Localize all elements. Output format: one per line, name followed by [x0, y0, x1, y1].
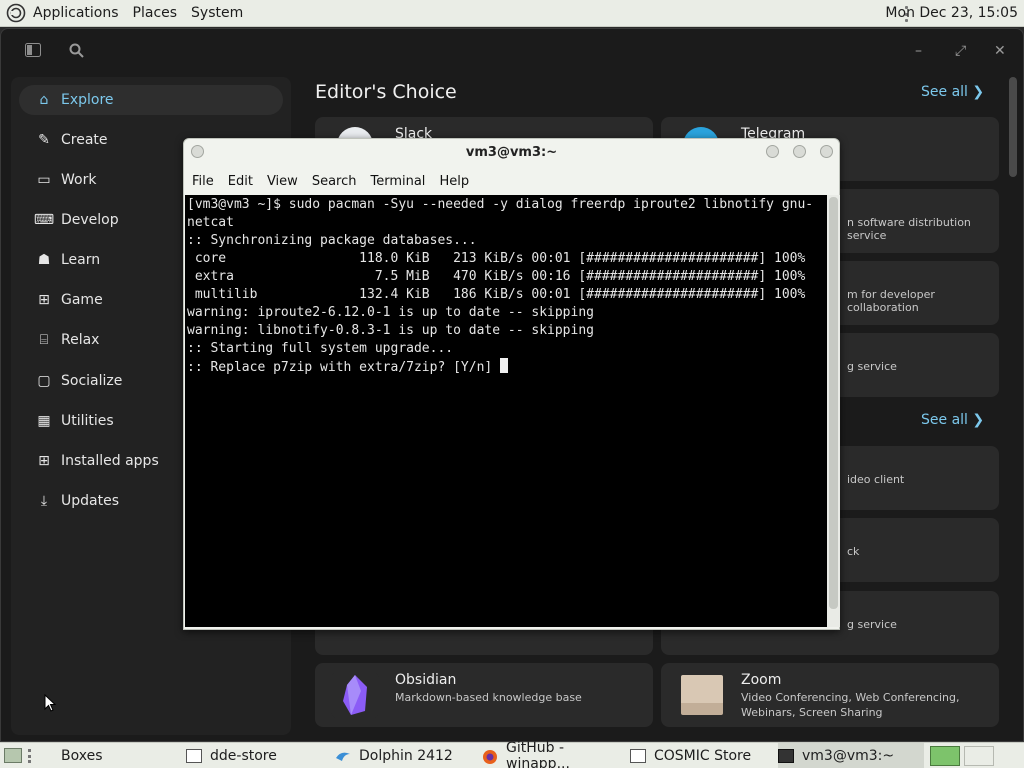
terminal-line: [vm3@vm3 ~]$ sudo pacman -Syu --needed -… [187, 197, 814, 212]
show-desktop-icon[interactable] [4, 748, 22, 763]
taskbar: Boxes dde-store Dolphin 2412 GitHub - wi… [0, 740, 1024, 768]
terminal-line: warning: libnotify-0.8.3-1 is up to date… [187, 323, 594, 338]
app-title: Obsidian [395, 672, 457, 688]
app-card-obsidian[interactable]: Obsidian Markdown-based knowledge base [315, 663, 653, 727]
task-terminal[interactable]: vm3@vm3:~ [778, 743, 924, 768]
top-panel: Applications Places System Mon Dec 23, 1… [0, 0, 1024, 27]
see-all-link-2[interactable]: See all ❯ [921, 412, 984, 428]
terminal-menubar: File Edit View Search Terminal Help [184, 169, 483, 193]
system-menu[interactable]: System [184, 0, 250, 27]
menu-search[interactable]: Search [312, 174, 357, 189]
workspace-1[interactable] [930, 746, 960, 766]
terminal-line: core 118.0 KiB 213 KiB/s 00:01 [########… [187, 251, 806, 266]
task-dde-store[interactable]: dde-store [186, 743, 326, 768]
laptop-icon: ▭ [37, 172, 51, 188]
terminal-line: netcat [187, 215, 234, 230]
task-dolphin[interactable]: Dolphin 2412 [335, 743, 475, 768]
taskbar-handle [28, 749, 31, 763]
terminal-output[interactable]: [vm3@vm3 ~]$ sudo pacman -Syu --needed -… [185, 195, 827, 627]
menu-view[interactable]: View [267, 174, 298, 189]
gamepad-icon: ⊞ [38, 292, 50, 308]
content-scrollbar[interactable] [1009, 77, 1017, 177]
clock[interactable]: Mon Dec 23, 15:05 [885, 0, 1018, 27]
terminal-window: vm3@vm3:~ File Edit View Search Terminal… [183, 138, 840, 630]
download-icon: ⤓ [40, 493, 48, 509]
sidebar-item-explore[interactable]: ⌂ Explore [19, 85, 283, 115]
calculator-icon: ▦ [37, 413, 51, 429]
terminal-scrollbar-thumb[interactable] [829, 197, 838, 609]
dolphin-icon [335, 749, 351, 763]
minimize-icon[interactable] [766, 145, 779, 158]
task-github-firefox[interactable]: GitHub - winapp... [482, 740, 622, 768]
close-icon[interactable]: ✕ [994, 43, 1006, 59]
mouse-pointer-icon [44, 694, 56, 712]
window-icon [186, 749, 202, 763]
debian-logo-icon[interactable] [6, 3, 26, 23]
menu-terminal[interactable]: Terminal [370, 174, 425, 189]
learn-icon: ☗ [37, 252, 51, 268]
terminal-prompt-line: :: Replace p7zip with extra/7zip? [Y/n] [187, 360, 501, 375]
terminal-icon [778, 749, 794, 763]
app-subtitle: Markdown-based knowledge base [395, 691, 582, 704]
relax-icon: ⌸ [39, 332, 49, 348]
text-cursor [500, 358, 509, 373]
app-title: Zoom [741, 672, 782, 688]
task-cosmic-store[interactable]: COSMIC Store [630, 743, 770, 768]
zoom-icon [681, 675, 723, 715]
window-icon [630, 749, 646, 763]
close-icon[interactable] [820, 145, 833, 158]
menu-help[interactable]: Help [439, 174, 469, 189]
sidebar-toggle-icon[interactable] [25, 43, 41, 61]
places-menu[interactable]: Places [126, 0, 185, 27]
firefox-icon [482, 749, 498, 764]
boxes-icon [37, 749, 53, 763]
apps-icon: ⊞ [38, 453, 50, 469]
maximize-icon[interactable] [793, 145, 806, 158]
home-icon: ⌂ [39, 92, 49, 108]
terminal-line: :: Starting full system upgrade... [187, 341, 454, 356]
menu-file[interactable]: File [192, 174, 214, 189]
terminal-line: :: Synchronizing package databases... [187, 233, 477, 248]
see-all-link[interactable]: See all ❯ [921, 84, 984, 100]
workspace-2[interactable] [964, 746, 994, 766]
menu-edit[interactable]: Edit [228, 174, 253, 189]
terminal-line: multilib 132.4 KiB 186 KiB/s 00:01 [####… [187, 287, 806, 302]
palette-icon: ✎ [38, 132, 50, 148]
maximize-icon[interactable]: ⤢ [955, 43, 966, 59]
app-card-zoom[interactable]: Zoom Video Conferencing, Web Conferencin… [661, 663, 999, 727]
terminal-line: extra 7.5 MiB 470 KiB/s 00:16 [#########… [187, 269, 806, 284]
task-boxes[interactable]: Boxes [37, 743, 177, 768]
minimize-icon[interactable]: – [915, 43, 922, 59]
applications-menu[interactable]: Applications [26, 0, 126, 27]
chat-icon: ▢ [37, 373, 51, 389]
section-title: Editor's Choice [315, 81, 457, 103]
search-icon[interactable] [69, 43, 84, 62]
store-header: – ⤢ ✕ [1, 29, 1023, 77]
app-subtitle: Video Conferencing, Web Conferencing, We… [741, 691, 960, 719]
terminal-icon: ⌨ [33, 212, 55, 228]
terminal-line: warning: iproute2-6.12.0-1 is up to date… [187, 305, 594, 320]
obsidian-icon [331, 671, 379, 719]
terminal-title: vm3@vm3:~ [465, 145, 558, 160]
